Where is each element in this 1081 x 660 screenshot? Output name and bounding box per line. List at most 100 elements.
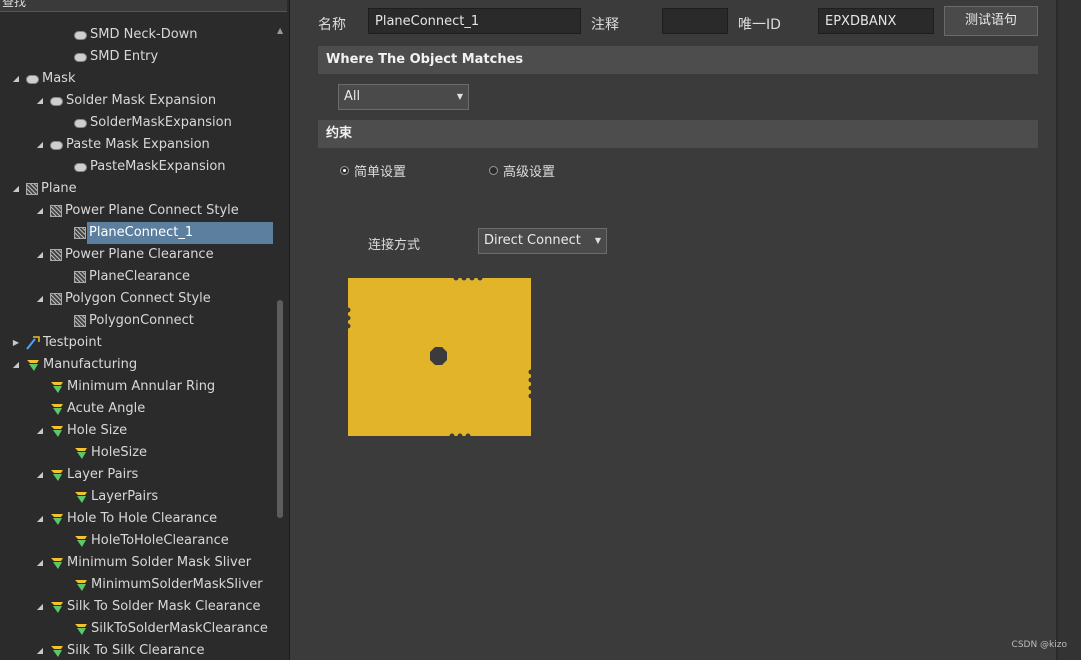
collapse-arrow-icon[interactable]: ◢ (34, 596, 46, 618)
tree-item-label: LayerPairs (91, 489, 159, 504)
tree-item[interactable]: PlaneClearance (58, 266, 190, 288)
tree-item[interactable]: ◢ Minimum Solder Mask Sliver (34, 552, 251, 574)
manufacturing-rule-icon (74, 623, 88, 635)
mask-rule-icon (74, 30, 87, 40)
tree-item-label: Testpoint (43, 335, 102, 350)
manufacturing-rule-icon (74, 579, 88, 591)
tree-item[interactable]: ▶ Testpoint (10, 332, 102, 354)
tree-item[interactable]: ◢ Silk To Solder Mask Clearance (34, 596, 261, 618)
tree-item[interactable]: ◢ Mask (10, 68, 76, 90)
manufacturing-rule-icon (50, 601, 64, 613)
name-field[interactable]: PlaneConnect_1 (368, 8, 581, 34)
right-gutter (1058, 0, 1081, 660)
tree-item-label: SilkToSolderMaskClearance (91, 621, 268, 636)
collapse-arrow-icon[interactable]: ◢ (10, 68, 22, 90)
scope-combo[interactable]: All ▼ (338, 84, 469, 110)
tree-item[interactable]: ◢ Solder Mask Expansion (34, 90, 216, 112)
advanced-settings-radio[interactable]: 高级设置 (489, 161, 555, 180)
chevron-down-icon: ▼ (594, 236, 601, 245)
collapse-arrow-icon[interactable]: ◢ (34, 552, 46, 574)
rule-editor: 名称 PlaneConnect_1 注释 唯一ID EPXDBANX 测试语句 … (300, 0, 1056, 660)
plane-rule-icon (50, 249, 62, 261)
tree-item[interactable]: Minimum Annular Ring (34, 376, 215, 398)
collapse-arrow-icon[interactable]: ◢ (10, 354, 22, 376)
tree-item-label: HoleToHoleClearance (91, 533, 229, 548)
collapse-arrow-icon[interactable]: ◢ (34, 420, 46, 442)
tree-item-label: Paste Mask Expansion (66, 137, 210, 152)
manufacturing-rule-icon (74, 491, 88, 503)
manufacturing-rule-icon (74, 447, 88, 459)
collapse-arrow-icon[interactable]: ◢ (34, 464, 46, 486)
mask-rule-icon (26, 74, 39, 84)
simple-settings-label: 简单设置 (354, 165, 407, 180)
tree-item[interactable]: ◢ Power Plane Clearance (34, 244, 214, 266)
advanced-settings-label: 高级设置 (503, 165, 556, 180)
tree-item[interactable]: HoleToHoleClearance (58, 530, 229, 552)
collapse-arrow-icon[interactable]: ◢ (10, 178, 22, 200)
test-query-button[interactable]: 测试语句 (944, 6, 1038, 36)
tree-item[interactable]: ◢ Layer Pairs (34, 464, 138, 486)
tree-item-label: MinimumSolderMaskSliver (91, 577, 263, 592)
tree-item[interactable]: Acute Angle (34, 398, 145, 420)
tree-item-label: Manufacturing (43, 357, 138, 372)
manufacturing-rule-icon (50, 557, 64, 569)
tree-item-label: PolygonConnect (89, 313, 194, 328)
collapse-arrow-icon[interactable]: ◢ (34, 134, 46, 156)
tree-item[interactable]: ◢ Paste Mask Expansion (34, 134, 210, 156)
chevron-down-icon: ▼ (456, 92, 463, 101)
manufacturing-rule-icon (74, 535, 88, 547)
tree-item-label: Power Plane Clearance (65, 247, 214, 262)
tree-item-label: PlaneConnect_1 (87, 222, 273, 244)
tree-item[interactable]: SMD Neck-Down (58, 24, 198, 46)
tree-scrollbar[interactable] (277, 300, 283, 518)
tree-item[interactable]: ◢ Power Plane Connect Style (34, 200, 239, 222)
manufacturing-rule-icon (50, 403, 64, 415)
search-bar[interactable]: 查找 (0, 0, 287, 12)
scroll-up-arrow-icon[interactable]: ▲ (277, 26, 283, 35)
tree-item[interactable]: HoleSize (58, 442, 147, 464)
mask-rule-icon (50, 140, 63, 150)
tree-item[interactable]: PlaneConnect_1 (58, 222, 273, 244)
plane-rule-icon (50, 293, 62, 305)
connect-style-value: Direct Connect (484, 233, 581, 248)
simple-settings-radio[interactable]: 简单设置 (340, 161, 406, 180)
tree-item[interactable]: SMD Entry (58, 46, 158, 68)
tree-item[interactable]: ◢ Hole To Hole Clearance (34, 508, 217, 530)
tree-item[interactable]: MinimumSolderMaskSliver (58, 574, 263, 596)
tree-item[interactable]: ◢ Hole Size (34, 420, 127, 442)
tree-item-label: Minimum Solder Mask Sliver (67, 555, 252, 570)
constraints-section-header: 约束 (318, 120, 1038, 148)
comment-label: 注释 (591, 17, 619, 33)
tree-item[interactable]: LayerPairs (58, 486, 158, 508)
collapse-arrow-icon[interactable]: ◢ (34, 508, 46, 530)
collapse-arrow-icon[interactable]: ◢ (34, 90, 46, 112)
collapse-arrow-icon[interactable]: ◢ (34, 288, 46, 310)
where-section-header: Where The Object Matches (318, 46, 1038, 74)
tree-item[interactable]: ◢ Silk To Silk Clearance (34, 640, 205, 660)
testpoint-icon (26, 336, 40, 350)
connect-style-label: 连接方式 (368, 238, 421, 253)
unique-id-label: 唯一ID (738, 17, 781, 33)
tree-item[interactable]: ◢ Manufacturing (10, 354, 137, 376)
tree-item-label: Hole To Hole Clearance (67, 511, 218, 526)
tree-item[interactable]: SolderMaskExpansion (58, 112, 232, 134)
tree-item-label: Polygon Connect Style (65, 291, 211, 306)
connect-style-combo[interactable]: Direct Connect ▼ (478, 228, 607, 254)
collapse-arrow-icon[interactable]: ◢ (34, 640, 46, 660)
tree-item-label: PasteMaskExpansion (90, 159, 226, 174)
tree-item[interactable]: PolygonConnect (58, 310, 194, 332)
expand-arrow-icon[interactable]: ▶ (10, 332, 22, 354)
tree-item[interactable]: PasteMaskExpansion (58, 156, 226, 178)
comment-field[interactable] (662, 8, 728, 34)
collapse-arrow-icon[interactable]: ◢ (34, 200, 46, 222)
plane-rule-icon (74, 227, 86, 239)
collapse-arrow-icon[interactable]: ◢ (34, 244, 46, 266)
tree-item[interactable]: SilkToSolderMaskClearance (58, 618, 268, 640)
tree-item[interactable]: ◢ Plane (10, 178, 77, 200)
manufacturing-rule-icon (26, 359, 40, 371)
manufacturing-rule-icon (50, 469, 64, 481)
tree-item-label: PlaneClearance (89, 269, 191, 284)
plane-rule-icon (26, 183, 38, 195)
unique-id-field[interactable]: EPXDBANX (818, 8, 934, 34)
tree-item[interactable]: ◢ Polygon Connect Style (34, 288, 211, 310)
